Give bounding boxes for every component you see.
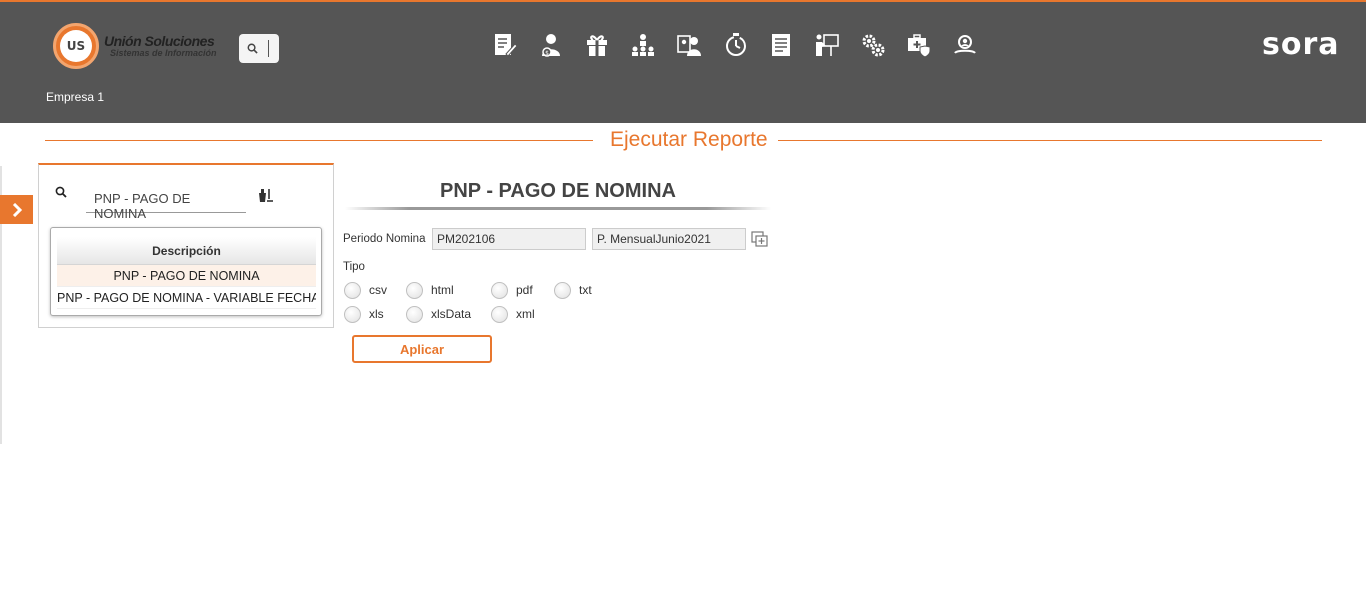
search-icon: [55, 185, 67, 203]
presentation-icon[interactable]: [814, 31, 860, 59]
lookup-icon[interactable]: [751, 231, 768, 252]
logo-mark: US: [60, 30, 92, 62]
medical-kit-icon[interactable]: [906, 31, 952, 59]
timer-icon[interactable]: [722, 31, 768, 59]
report-title-divider: [345, 207, 771, 210]
id-card-user-icon[interactable]: [676, 31, 722, 59]
logo-badge: US: [53, 23, 99, 69]
user-money-icon[interactable]: $: [538, 31, 584, 59]
radio-xls[interactable]: [344, 306, 361, 323]
svg-text:$: $: [545, 50, 549, 57]
logo-title: Unión Soluciones: [104, 33, 215, 49]
radio-label-xls: xls: [369, 307, 384, 321]
radio-label-xml: xml: [516, 307, 535, 321]
chevron-right-icon: [12, 202, 22, 217]
main-nav: $: [492, 31, 998, 59]
search-icon: [247, 43, 258, 54]
radio-label-xlsdata: xlsData: [431, 307, 472, 321]
top-search-button[interactable]: [239, 34, 279, 63]
tipo-label: Tipo: [343, 261, 365, 273]
report-title: PNP - PAGO DE NOMINA: [440, 180, 676, 202]
radio-xlsdata[interactable]: [406, 306, 423, 323]
hierarchy-icon[interactable]: [630, 31, 676, 59]
report-sheet-icon[interactable]: [768, 31, 814, 59]
radio-label-html: html: [431, 283, 454, 297]
top-bar: US Unión Soluciones Sistemas de Informac…: [0, 0, 1366, 123]
clear-filter-icon[interactable]: [257, 187, 273, 208]
radio-pdf[interactable]: [491, 282, 508, 299]
section-line-left: [45, 140, 593, 141]
logo-subtitle: Sistemas de Información: [110, 48, 217, 58]
radio-xml[interactable]: [491, 306, 508, 323]
company-logo[interactable]: US Unión Soluciones Sistemas de Informac…: [53, 23, 217, 69]
radio-label-txt: txt: [579, 283, 592, 297]
search-divider: [268, 40, 269, 57]
gears-icon[interactable]: [860, 31, 906, 59]
radio-csv[interactable]: [344, 282, 361, 299]
page-title: Ejecutar Reporte: [600, 128, 778, 152]
company-name[interactable]: Empresa 1: [46, 90, 104, 104]
section-line-right: [776, 140, 1322, 141]
report-grid: Descripción PNP - PAGO DE NOMINA PNP - P…: [50, 227, 322, 316]
sidebar-toggle-button[interactable]: [0, 195, 33, 224]
document-edit-icon[interactable]: [492, 31, 538, 59]
report-search-input[interactable]: PNP - PAGO DE NOMINA: [86, 185, 246, 221]
section-header: Ejecutar Reporte: [45, 126, 1322, 154]
periodo-label: Periodo Nomina: [343, 233, 426, 245]
periodo-desc-field[interactable]: P. MensualJunio2021: [592, 228, 746, 250]
report-list-panel: PNP - PAGO DE NOMINA Descripción PNP - P…: [38, 163, 334, 328]
gift-icon[interactable]: [584, 31, 630, 59]
table-row[interactable]: PNP - PAGO DE NOMINA: [57, 265, 316, 287]
periodo-code-field[interactable]: PM202106: [432, 228, 586, 250]
grid-header-descripcion[interactable]: Descripción: [57, 237, 316, 265]
radio-label-csv: csv: [369, 283, 387, 297]
radio-label-pdf: pdf: [516, 283, 533, 297]
table-row[interactable]: PNP - PAGO DE NOMINA - VARIABLE FECHA: [57, 287, 316, 309]
radio-txt[interactable]: [554, 282, 571, 299]
apply-button[interactable]: Aplicar: [352, 335, 492, 363]
brand-logo: sora: [1262, 27, 1340, 62]
user-search-icon[interactable]: [952, 31, 998, 59]
radio-html[interactable]: [406, 282, 423, 299]
